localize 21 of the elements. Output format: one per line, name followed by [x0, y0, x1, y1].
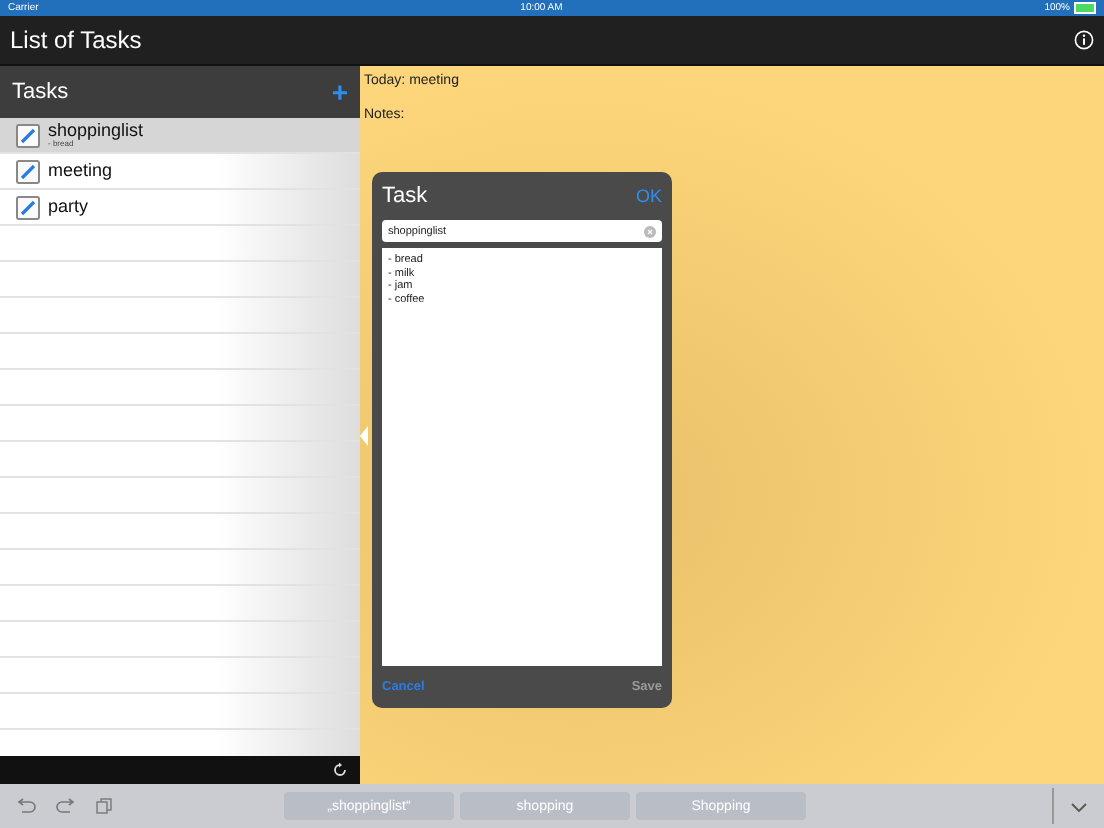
sidebar-title: Tasks: [12, 80, 69, 104]
battery-icon: [1074, 2, 1096, 14]
app-title: List of Tasks: [10, 26, 142, 54]
ok-button[interactable]: OK: [635, 186, 662, 206]
copy-icon[interactable]: [96, 798, 112, 814]
info-icon[interactable]: [1074, 30, 1094, 50]
pencil-note-icon: [16, 195, 40, 219]
task-title: shoppinglist: [48, 122, 144, 140]
task-title: party: [48, 198, 89, 216]
refresh-icon[interactable]: [332, 762, 348, 778]
clear-icon[interactable]: [644, 225, 656, 237]
redo-icon[interactable]: [56, 798, 76, 814]
task-row[interactable]: meeting: [0, 154, 360, 190]
dialog-title: Task: [382, 184, 428, 208]
add-button[interactable]: +: [331, 76, 348, 108]
chevron-down-icon[interactable]: [1070, 802, 1088, 814]
pencil-note-icon: [16, 123, 40, 147]
undo-icon[interactable]: [16, 798, 36, 814]
pencil-note-icon: [16, 159, 40, 183]
task-row[interactable]: party: [0, 190, 360, 226]
task-title: meeting: [48, 162, 113, 180]
